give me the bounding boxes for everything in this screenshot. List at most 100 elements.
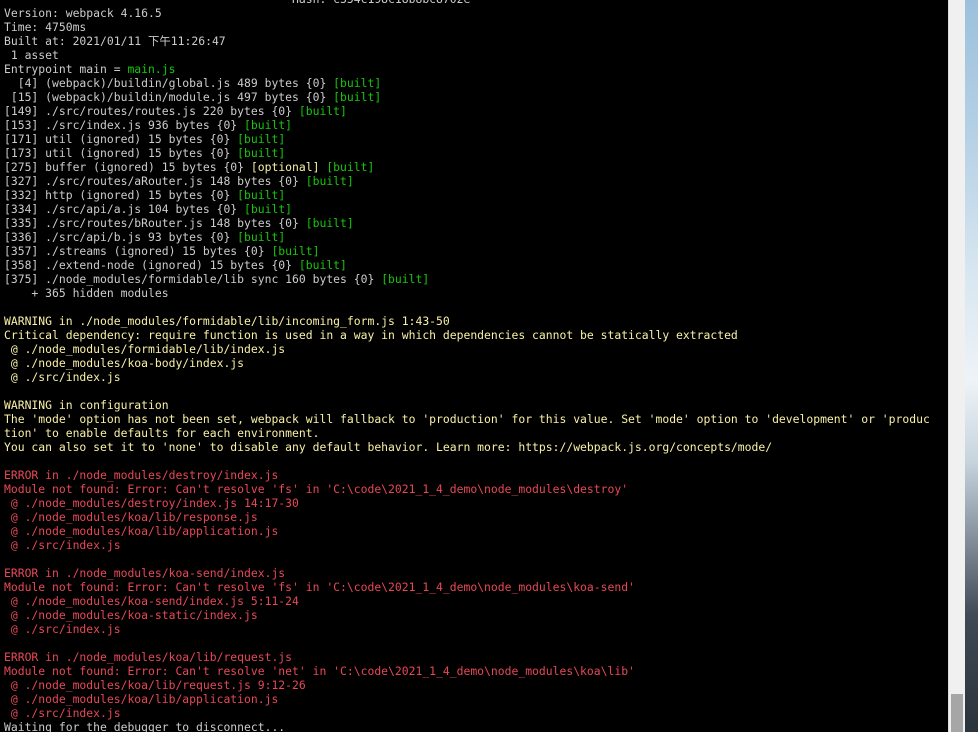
terminal-text-segment: Module not found: Error: Can't resolve '…	[4, 580, 635, 594]
terminal-line: ERROR in ./node_modules/koa-send/index.j…	[4, 566, 948, 580]
terminal-line: The 'mode' option has not been set, webp…	[4, 412, 948, 426]
terminal-text-segment: [built]	[326, 160, 375, 174]
terminal-text-segment: Critical dependency: require function is…	[4, 328, 738, 342]
terminal-line: @ ./src/index.js	[4, 706, 948, 720]
terminal-text-segment: ERROR in ./node_modules/destroy/index.js	[4, 468, 279, 482]
terminal-text-segment: main.js	[127, 62, 176, 76]
terminal-text-segment: [336] ./src/api/b.js 93 bytes {0}	[4, 230, 238, 244]
terminal-text-segment: Entrypoint main =	[4, 62, 128, 76]
terminal-line: ERROR in ./node_modules/destroy/index.js	[4, 468, 948, 482]
terminal-text-segment: Built at: 2021/01/11 下午11:26:47	[4, 34, 226, 48]
terminal-line: Entrypoint main = main.js	[4, 62, 948, 76]
terminal-text-segment: @ ./node_modules/koa/lib/application.js	[4, 692, 279, 706]
terminal-text-segment: WARNING in ./node_modules/formidable/lib…	[4, 314, 450, 328]
terminal-text-segment: [335] ./src/routes/bRouter.js 148 bytes …	[4, 216, 306, 230]
terminal-text-segment: tion' to enable defaults for each enviro…	[4, 426, 320, 440]
terminal-text-segment: [built]	[305, 216, 354, 230]
terminal-text-segment: [built]	[298, 258, 347, 272]
terminal-text-segment: @ ./node_modules/koa/lib/application.js	[4, 524, 279, 538]
terminal-text-segment: Waiting for the debugger to disconnect..…	[4, 720, 286, 732]
terminal-line: [335] ./src/routes/bRouter.js 148 bytes …	[4, 216, 948, 230]
terminal-text-segment: Version: webpack 4.16.5	[4, 6, 162, 20]
terminal-line: [153] ./src/index.js 936 bytes {0} [buil…	[4, 118, 948, 132]
terminal-text-segment: [275] buffer (ignored) 15 bytes {0}	[4, 160, 251, 174]
terminal-line: 1 asset	[4, 48, 948, 62]
terminal-text-segment: @ ./node_modules/destroy/index.js 14:17-…	[4, 496, 299, 510]
terminal-line: @ ./node_modules/koa/lib/response.js	[4, 510, 948, 524]
terminal-line: @ ./node_modules/formidable/lib/index.js	[4, 342, 948, 356]
terminal-line: You can also set it to 'none' to disable…	[4, 440, 948, 454]
terminal-line: ERROR in ./node_modules/koa/lib/request.…	[4, 650, 948, 664]
terminal-line: Built at: 2021/01/11 下午11:26:47	[4, 34, 948, 48]
terminal-text-segment: [built]	[237, 230, 286, 244]
terminal-text-segment: [built]	[244, 118, 293, 132]
terminal-text-segment: [327] ./src/routes/aRouter.js 148 bytes …	[4, 174, 306, 188]
terminal-text-segment: [built]	[333, 76, 382, 90]
terminal-line: [327] ./src/routes/aRouter.js 148 bytes …	[4, 174, 948, 188]
terminal-line: @ ./node_modules/koa-send/index.js 5:11-…	[4, 594, 948, 608]
terminal-line: Waiting for the debugger to disconnect..…	[4, 720, 948, 732]
terminal-line: @ ./node_modules/destroy/index.js 14:17-…	[4, 496, 948, 510]
terminal-text-segment: + 365 hidden modules	[4, 286, 169, 300]
terminal-text-segment: [149] ./src/routes/routes.js 220 bytes {…	[4, 104, 299, 118]
terminal-text-segment: @ ./src/index.js	[4, 370, 121, 384]
terminal-line: tion' to enable defaults for each enviro…	[4, 426, 948, 440]
terminal-output[interactable]: Hash: c354c198c18b8bc8702eVersion: webpa…	[0, 0, 948, 732]
terminal-line: [4] (webpack)/buildin/global.js 489 byte…	[4, 76, 948, 90]
terminal-text-segment: @ ./node_modules/koa/lib/request.js 9:12…	[4, 678, 306, 692]
terminal-text-segment: [358] ./extend-node (ignored) 15 bytes {…	[4, 258, 299, 272]
terminal-line: Version: webpack 4.16.5	[4, 6, 948, 20]
terminal-text-segment: Time: 4750ms	[4, 20, 87, 34]
terminal-line: Critical dependency: require function is…	[4, 328, 948, 342]
terminal-line: @ ./src/index.js	[4, 622, 948, 636]
terminal-text-segment: [171] util (ignored) 15 bytes {0}	[4, 132, 238, 146]
terminal-line: @ ./node_modules/koa/lib/application.js	[4, 692, 948, 706]
terminal-text-segment: Module not found: Error: Can't resolve '…	[4, 664, 635, 678]
terminal-line: @ ./node_modules/koa/lib/request.js 9:12…	[4, 678, 948, 692]
terminal-text-segment: 1 asset	[4, 48, 59, 62]
terminal-text-segment: You can also set it to 'none' to disable…	[4, 440, 773, 454]
terminal-text-segment: [332] http (ignored) 15 bytes {0}	[4, 188, 238, 202]
terminal-text-segment: [built]	[237, 146, 286, 160]
terminal-text-segment: @ ./src/index.js	[4, 706, 121, 720]
terminal-text-segment: [built]	[237, 132, 286, 146]
terminal-line: Time: 4750ms	[4, 20, 948, 34]
terminal-text-segment: [153] ./src/index.js 936 bytes {0}	[4, 118, 245, 132]
vertical-scrollbar[interactable]	[948, 0, 965, 732]
terminal-text-segment: WARNING in configuration	[4, 398, 169, 412]
terminal-line: + 365 hidden modules	[4, 286, 948, 300]
terminal-line: [358] ./extend-node (ignored) 15 bytes {…	[4, 258, 948, 272]
terminal-line: Module not found: Error: Can't resolve '…	[4, 482, 948, 496]
terminal-line: [334] ./src/api/a.js 104 bytes {0} [buil…	[4, 202, 948, 216]
terminal-text-segment: @ ./node_modules/koa-static/index.js	[4, 608, 258, 622]
terminal-lines: Hash: c354c198c18b8bc8702eVersion: webpa…	[4, 0, 948, 732]
terminal-line: [149] ./src/routes/routes.js 220 bytes {…	[4, 104, 948, 118]
terminal-text-segment: [4] (webpack)/buildin/global.js 489 byte…	[4, 76, 334, 90]
terminal-line: [275] buffer (ignored) 15 bytes {0} [opt…	[4, 160, 948, 174]
terminal-text-segment: [built]	[333, 90, 382, 104]
terminal-text-segment: @ ./src/index.js	[4, 538, 121, 552]
terminal-line: @ ./node_modules/koa/lib/application.js	[4, 524, 948, 538]
desktop-background	[965, 0, 978, 732]
terminal-line: @ ./src/index.js	[4, 538, 948, 552]
terminal-line: [173] util (ignored) 15 bytes {0} [built…	[4, 146, 948, 160]
terminal-line: [332] http (ignored) 15 bytes {0} [built…	[4, 188, 948, 202]
scrollbar-thumb[interactable]	[951, 694, 963, 732]
terminal-text-segment: [173] util (ignored) 15 bytes {0}	[4, 146, 238, 160]
terminal-line: @ ./node_modules/koa-body/index.js	[4, 356, 948, 370]
terminal-line: [15] (webpack)/buildin/module.js 497 byt…	[4, 90, 948, 104]
terminal-text-segment: @ ./node_modules/koa/lib/response.js	[4, 510, 258, 524]
terminal-line: WARNING in ./node_modules/formidable/lib…	[4, 314, 948, 328]
terminal-line: [375] ./node_modules/formidable/lib sync…	[4, 272, 948, 286]
terminal-text-segment: [built]	[237, 188, 286, 202]
terminal-text-segment: The 'mode' option has not been set, webp…	[4, 412, 930, 426]
terminal-text-segment: ERROR in ./node_modules/koa/lib/request.…	[4, 650, 293, 664]
terminal-text-segment: @ ./node_modules/koa-send/index.js 5:11-…	[4, 594, 299, 608]
terminal-text-segment: [375] ./node_modules/formidable/lib sync…	[4, 272, 382, 286]
terminal-line: WARNING in configuration	[4, 398, 948, 412]
